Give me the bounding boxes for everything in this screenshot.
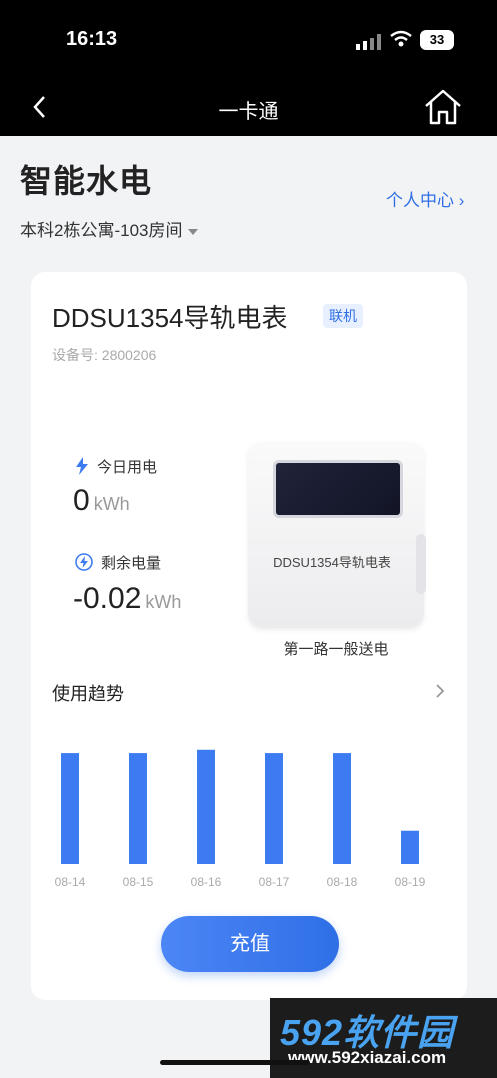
signal-icon [356, 34, 382, 55]
chart-tick-label: 08-19 [395, 875, 426, 889]
remaining-number: -0.02 [73, 582, 142, 615]
meter-side-panel [416, 534, 426, 594]
remaining-unit: kWh [145, 592, 182, 612]
remaining-label-row: 剩余电量 [75, 552, 161, 575]
nav-bar: 一卡通 [0, 80, 497, 136]
chart-bar-08-16 [197, 749, 215, 864]
remaining-value: -0.02 kWh [73, 582, 181, 616]
battery-icon: 33 [420, 30, 454, 50]
meter-caption: 第一路一般送电 [283, 641, 389, 658]
chevron-right-icon[interactable] [434, 682, 446, 705]
chart-bar-08-19 [401, 830, 419, 864]
status-badge: 联机 [323, 304, 363, 328]
chevron-down-icon [188, 228, 199, 235]
trend-title[interactable]: 使用趋势 [52, 680, 124, 706]
chart-tick-label: 08-14 [55, 875, 86, 889]
home-indicator [160, 1060, 310, 1065]
chart-tick-label: 08-18 [327, 875, 358, 889]
chart-tick-label: 08-15 [123, 875, 154, 889]
device-name: DDSU1354导轨电表 [52, 303, 288, 333]
device-id: 设备号: 2800206 [52, 347, 157, 363]
chart-bar-08-17 [265, 753, 283, 864]
meter-label: DDSU1354导轨电表 [273, 555, 391, 570]
chart-bar-08-15 [129, 753, 147, 864]
today-usage-value: 0 kWh [73, 484, 130, 518]
recharge-button[interactable]: 充值 [161, 916, 339, 972]
today-usage-unit: kWh [93, 494, 130, 514]
device-card: DDSU1354导轨电表 联机 设备号: 2800206 今日用电 0 kWh 剩… [31, 272, 467, 1000]
today-usage-number: 0 [73, 484, 90, 517]
meter-image: DDSU1354导轨电表 [248, 442, 426, 628]
usage-trend-chart: 08-14 08-15 08-16 08-17 08-18 08-19 [55, 749, 426, 889]
today-usage-label: 今日用电 [97, 459, 158, 476]
watermark-url: www.592xiazai.com [288, 1048, 447, 1067]
lightning-icon [75, 457, 89, 479]
watermark: 592软件园 www.592xiazai.com [270, 998, 497, 1078]
wifi-icon [390, 30, 412, 53]
home-icon[interactable] [422, 88, 464, 131]
page-title: 智能水电 [20, 163, 153, 199]
chart-tick-label: 08-17 [259, 875, 290, 889]
meter-screen [273, 460, 403, 518]
room-selector[interactable]: 本科2栋公寓-103房间 [20, 216, 199, 241]
profile-link[interactable]: 个人中心 › [386, 186, 464, 211]
chart-bar-08-14 [61, 753, 79, 864]
today-usage-label-row: 今日用电 [75, 456, 157, 479]
status-bar: 16:13 33 [0, 0, 497, 80]
chart-tick-label: 08-16 [191, 875, 222, 889]
remaining-label: 剩余电量 [101, 555, 162, 572]
status-time: 16:13 [66, 28, 118, 50]
charge-icon [75, 553, 93, 575]
room-label: 本科2栋公寓-103房间 [20, 221, 183, 240]
chart-bar-08-18 [333, 753, 351, 864]
